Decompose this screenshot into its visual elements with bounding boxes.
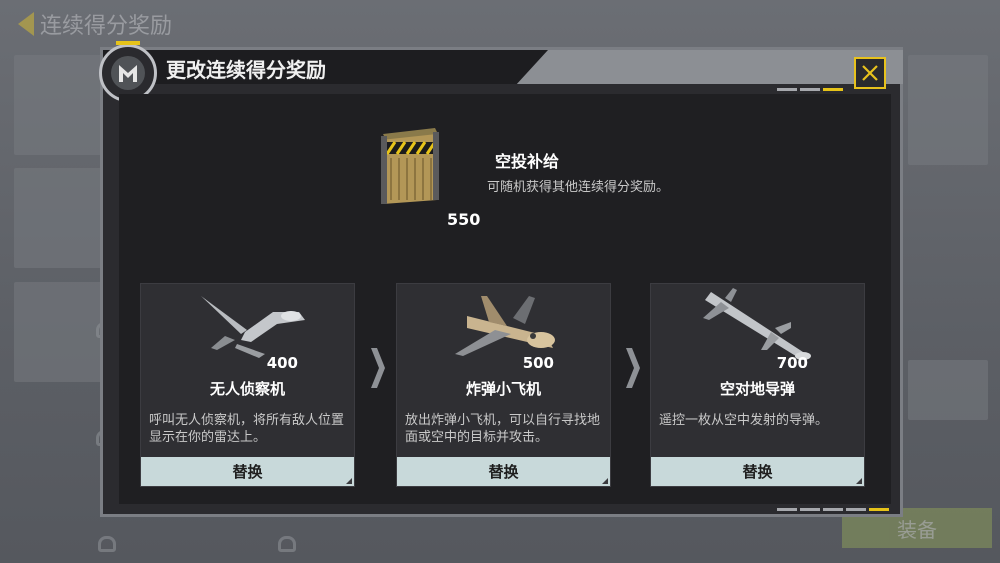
badge-emblem bbox=[111, 56, 145, 90]
page-dot bbox=[800, 508, 820, 511]
background-panel bbox=[14, 55, 104, 155]
chevron-right-icon bbox=[626, 348, 640, 388]
page-dot bbox=[846, 508, 866, 511]
change-scorestreak-dialog: 更改连续得分奖励 550 空投补给 可随机获得其他连续得分奖励。 400 无人侦… bbox=[99, 41, 903, 517]
background-back-nav: 连续得分奖励 bbox=[18, 8, 172, 40]
replace-button[interactable]: 替换 bbox=[141, 457, 354, 486]
reward-cost: 400 bbox=[266, 354, 298, 372]
background-panel bbox=[14, 168, 104, 268]
reward-name: 空对地导弹 bbox=[719, 380, 795, 398]
background-panel bbox=[908, 55, 988, 165]
supply-crate-icon bbox=[381, 128, 439, 204]
page-dot-active bbox=[823, 88, 843, 91]
air-drop-description: 可随机获得其他连续得分奖励。 bbox=[487, 180, 670, 195]
chevron-right-icon bbox=[371, 348, 385, 388]
page-dot-active bbox=[869, 508, 889, 511]
reward-card-bomb-drone[interactable]: 500 炸弹小飞机 放出炸弹小飞机，可以自行寻找地面或空中的目标并攻击。 替换 bbox=[396, 283, 611, 487]
reward-cost: 700 bbox=[776, 354, 808, 372]
lock-icon bbox=[98, 536, 116, 552]
page-dot bbox=[800, 88, 820, 91]
page-dot bbox=[777, 88, 797, 91]
background-title: 连续得分奖励 bbox=[40, 14, 173, 39]
page-dot bbox=[777, 508, 797, 511]
replace-button[interactable]: 替换 bbox=[397, 457, 610, 486]
replace-button[interactable]: 替换 bbox=[651, 457, 864, 486]
close-x-icon bbox=[862, 65, 878, 81]
air-drop-name: 空投补给 bbox=[495, 152, 560, 171]
dialog-title: 更改连续得分奖励 bbox=[166, 58, 326, 82]
lock-icon bbox=[278, 536, 296, 552]
dialog-header: 更改连续得分奖励 bbox=[103, 50, 903, 91]
page-indicator-top bbox=[777, 88, 843, 91]
reward-description: 呼叫无人侦察机，将所有敌人位置显示在你的雷达上。 bbox=[149, 413, 345, 445]
close-button[interactable] bbox=[854, 57, 886, 89]
reward-card-recon-drone[interactable]: 400 无人侦察机 呼叫无人侦察机，将所有敌人位置显示在你的雷达上。 替换 bbox=[140, 283, 355, 487]
air-drop-cost: 550 bbox=[447, 210, 481, 229]
background-panel bbox=[908, 360, 988, 420]
reward-name: 无人侦察机 bbox=[209, 380, 285, 398]
reward-description: 放出炸弹小飞机，可以自行寻找地面或空中的目标并攻击。 bbox=[405, 413, 601, 445]
reward-card-air-to-ground-missile[interactable]: 700 空对地导弹 遥控一枚从空中发射的导弹。 替换 bbox=[650, 283, 865, 487]
background-panel bbox=[14, 282, 104, 382]
back-arrow-icon bbox=[18, 12, 34, 36]
page-dot bbox=[823, 508, 843, 511]
reward-description: 遥控一枚从空中发射的导弹。 bbox=[659, 413, 829, 428]
reward-name: 炸弹小飞机 bbox=[465, 380, 541, 398]
reward-cost: 500 bbox=[522, 354, 554, 372]
page-indicator-bottom bbox=[777, 508, 889, 511]
emblem-m-icon bbox=[119, 65, 137, 82]
